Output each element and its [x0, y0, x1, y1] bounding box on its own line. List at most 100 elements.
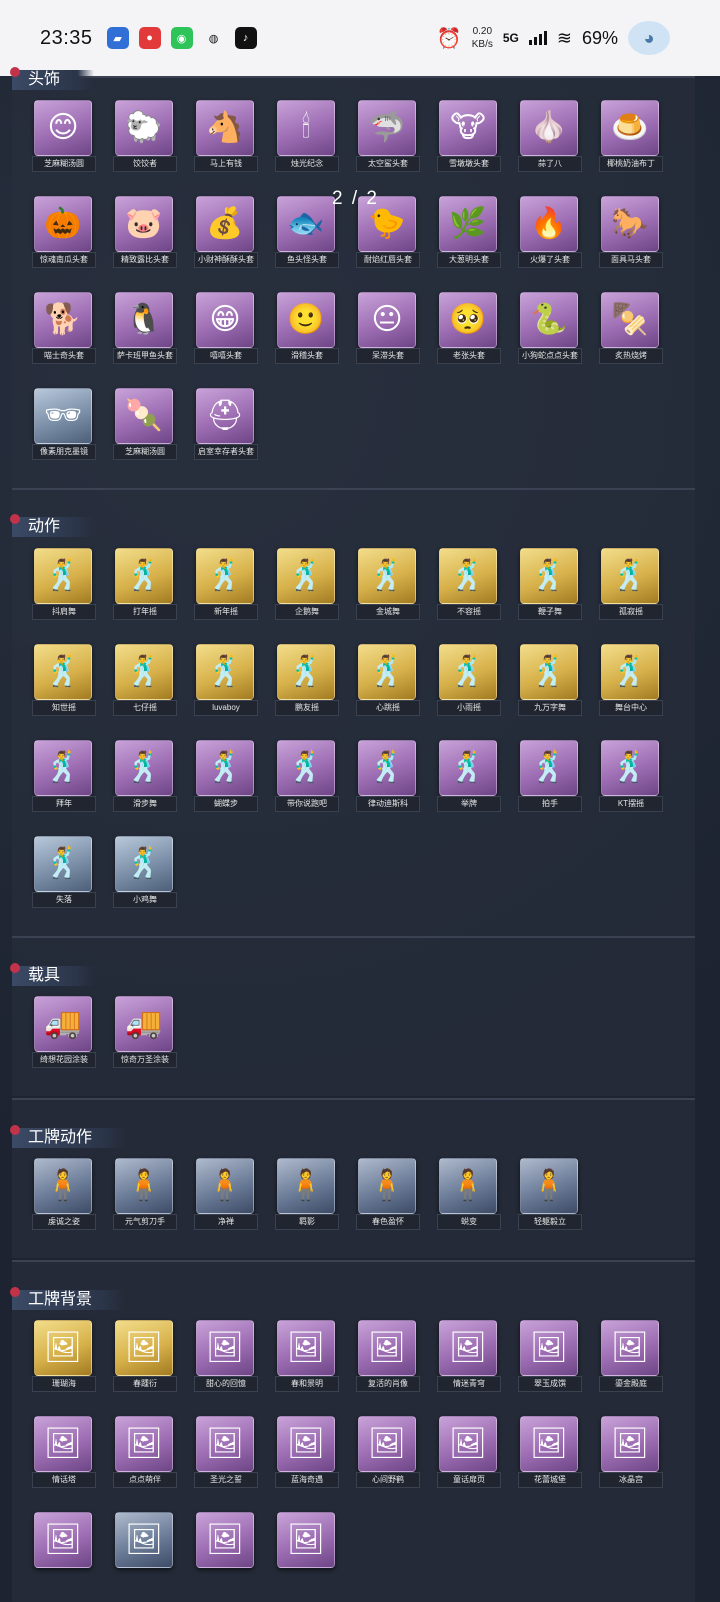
wechat-icon: ◉ [170, 27, 193, 49]
headwear-item[interactable]: 🐷 精致露比头套 [113, 194, 177, 272]
actions-item[interactable]: 🕺 luvaboy [194, 642, 258, 720]
badge-backgrounds-item[interactable]: 🖼 甜心的回憶 [194, 1318, 258, 1396]
badge-backgrounds-item[interactable]: 🖼 翠玉成馔 [518, 1318, 582, 1396]
item-thumbnail: 🚚 [34, 996, 92, 1052]
badge-backgrounds-item[interactable]: 🖼 春踵衍 [113, 1318, 177, 1396]
badge-backgrounds-item[interactable]: 🖼 复活的肖像 [356, 1318, 420, 1396]
headwear-item[interactable]: 🐧 萨卡班甲鱼头套 [113, 290, 177, 368]
actions-item[interactable]: 🕺 打年摇 [113, 546, 177, 624]
actions-item[interactable]: 🕺 新年摇 [194, 546, 258, 624]
vehicles-item[interactable]: 🚚 惊奇万圣涂装 [113, 994, 177, 1072]
badge-actions-item[interactable]: 🧍 春色盈怀 [356, 1156, 420, 1234]
headwear-item[interactable]: 🐟 鱼头怪头套 [275, 194, 339, 272]
badge-actions-item[interactable]: 🧍 虔诚之姿 [32, 1156, 96, 1234]
headwear-item[interactable]: 🐎 面具马头套 [599, 194, 663, 272]
headwear-item[interactable]: 🔥 火爆了头套 [518, 194, 582, 272]
item-thumbnail: 🐎 [601, 196, 659, 252]
badge-backgrounds-item[interactable]: 🖼 情迷青穹 [437, 1318, 501, 1396]
headwear-item[interactable]: 🎃 惊魂南瓜头套 [32, 194, 96, 272]
item-thumbnail: 🕺 [34, 740, 92, 796]
headwear-item[interactable]: 😊 芝麻糊汤圆 [32, 98, 96, 176]
headwear-item[interactable]: 🐮 雪墩墩头套 [437, 98, 501, 176]
badge-actions-item[interactable]: 🧍 元气剪刀手 [113, 1156, 177, 1234]
actions-item[interactable]: 🕺 心跳摇 [356, 642, 420, 720]
actions-item[interactable]: 🕺 律动迪斯科 [356, 738, 420, 816]
item-thumbnail: 🖼 [196, 1512, 254, 1568]
actions-item[interactable]: 🕺 KT摆摇 [599, 738, 663, 816]
actions-item[interactable]: 🕺 带你说跑吧 [275, 738, 339, 816]
actions-item[interactable]: 🕺 七仔摇 [113, 642, 177, 720]
actions-item[interactable]: 🕺 鹏友摇 [275, 642, 339, 720]
headwear-item[interactable]: 🐴 马上有钱 [194, 98, 258, 176]
badge-backgrounds-item[interactable]: 🖼 点点萌伴 [113, 1414, 177, 1492]
actions-item[interactable]: 🕺 小雨摇 [437, 642, 501, 720]
headwear-item[interactable]: 💰 小财神酥酥头套 [194, 194, 258, 272]
headwear-item[interactable]: 🐍 小狗蛇点点头套 [518, 290, 582, 368]
headwear-item[interactable]: 🕶 像素朋克墨镜 [32, 386, 96, 464]
actions-item[interactable]: 🕺 举牌 [437, 738, 501, 816]
badge-backgrounds-item[interactable]: 🖼 蓝海奇遇 [275, 1414, 339, 1492]
badge-backgrounds-item[interactable]: 🖼 春和景明 [275, 1318, 339, 1396]
headwear-item[interactable]: 🦈 太空鲨头套 [356, 98, 420, 176]
actions-item[interactable]: 🕺 不容摇 [437, 546, 501, 624]
headwear-item[interactable]: 🐑 饺饺者 [113, 98, 177, 176]
actions-item[interactable]: 🕺 抖肩舞 [32, 546, 96, 624]
actions-item[interactable]: 🕺 金城舞 [356, 546, 420, 624]
headwear-item[interactable]: 🙂 滑稽头套 [275, 290, 339, 368]
headwear-item[interactable]: ⛑ 启室幸存者头套 [194, 386, 258, 464]
item-label: 失落 [32, 892, 96, 908]
badge-backgrounds-item[interactable]: 🖼 童话扉页 [437, 1414, 501, 1492]
badge-backgrounds-item[interactable]: 🖼 冰晶宫 [599, 1414, 663, 1492]
actions-item[interactable]: 🕺 企鹅舞 [275, 546, 339, 624]
actions-item[interactable]: 🕺 拜年 [32, 738, 96, 816]
headwear-item[interactable]: 🍡 芝麻糊汤圆 [113, 386, 177, 464]
actions-item[interactable]: 🕺 知世摇 [32, 642, 96, 720]
badge-backgrounds-item[interactable]: 🖼 鎏金殿庭 [599, 1318, 663, 1396]
badge-actions-item[interactable]: 🧍 羁影 [275, 1156, 339, 1234]
avatar[interactable]: ◕ [628, 21, 670, 55]
headwear-item[interactable]: 🕯 烛光纪念 [275, 98, 339, 176]
badge-backgrounds-item[interactable]: 🖼 [275, 1510, 337, 1588]
actions-item[interactable]: 🕺 蝴蝶步 [194, 738, 258, 816]
item-thumbnail: 🕺 [520, 644, 578, 700]
actions-item[interactable]: 🕺 滑步舞 [113, 738, 177, 816]
item-label: 元气剪刀手 [113, 1214, 177, 1230]
actions-item[interactable]: 🕺 孤寂摇 [599, 546, 663, 624]
actions-item[interactable]: 🕺 拍手 [518, 738, 582, 816]
item-label: 打年摇 [113, 604, 177, 620]
item-thumbnail: 🕺 [115, 548, 173, 604]
headwear-item[interactable]: 🍮 椰桃奶油布丁 [599, 98, 663, 176]
badge-actions-item[interactable]: 🧍 轻躯毅立 [518, 1156, 582, 1234]
badge-backgrounds-item[interactable]: 🖼 [194, 1510, 256, 1588]
badge-actions-item[interactable]: 🧍 净禅 [194, 1156, 258, 1234]
actions-title: 动作 [28, 518, 61, 535]
vehicles-item[interactable]: 🚚 绮想花园涂装 [32, 994, 96, 1072]
headwear-item[interactable]: 🥺 老张头套 [437, 290, 501, 368]
badge-actions-item[interactable]: 🧍 蜕变 [437, 1156, 501, 1234]
headwear-item[interactable]: 🧄 蒜了八 [518, 98, 582, 176]
headwear-item[interactable]: 🐕 喵士奇头套 [32, 290, 96, 368]
badge-actions-title: 工牌动作 [28, 1129, 93, 1146]
item-label: 滑步舞 [113, 796, 177, 812]
item-thumbnail: 🕺 [601, 548, 659, 604]
headwear-item[interactable]: 😁 嘻嘻头套 [194, 290, 258, 368]
actions-item[interactable]: 🕺 失落 [32, 834, 96, 912]
headwear-item[interactable]: 😐 呆滞头套 [356, 290, 420, 368]
badge-backgrounds-item[interactable]: 🖼 圣光之誓 [194, 1414, 258, 1492]
actions-item[interactable]: 🕺 九万字舞 [518, 642, 582, 720]
badge-backgrounds-item[interactable]: 🖼 情话塔 [32, 1414, 96, 1492]
badge-backgrounds-item[interactable]: 🖼 花蕾城堡 [518, 1414, 582, 1492]
badge-backgrounds-item[interactable]: 🖼 珊瑚海 [32, 1318, 96, 1396]
badge-backgrounds-item[interactable]: 🖼 [32, 1510, 94, 1588]
item-thumbnail: 🕺 [196, 548, 254, 604]
badge-backgrounds-item[interactable]: 🖼 心间野鹤 [356, 1414, 420, 1492]
item-label: 马上有钱 [194, 156, 258, 172]
actions-item[interactable]: 🕺 小鸡舞 [113, 834, 177, 912]
item-label: 精致露比头套 [113, 252, 177, 268]
item-label: 童话扉页 [437, 1472, 501, 1488]
actions-item[interactable]: 🕺 舞台中心 [599, 642, 663, 720]
badge-backgrounds-item[interactable]: 🖼 [113, 1510, 175, 1588]
headwear-item[interactable]: 🍢 炙热烧烤 [599, 290, 663, 368]
actions-item[interactable]: 🕺 鞭子舞 [518, 546, 582, 624]
headwear-item[interactable]: 🌿 大葱明头套 [437, 194, 501, 272]
